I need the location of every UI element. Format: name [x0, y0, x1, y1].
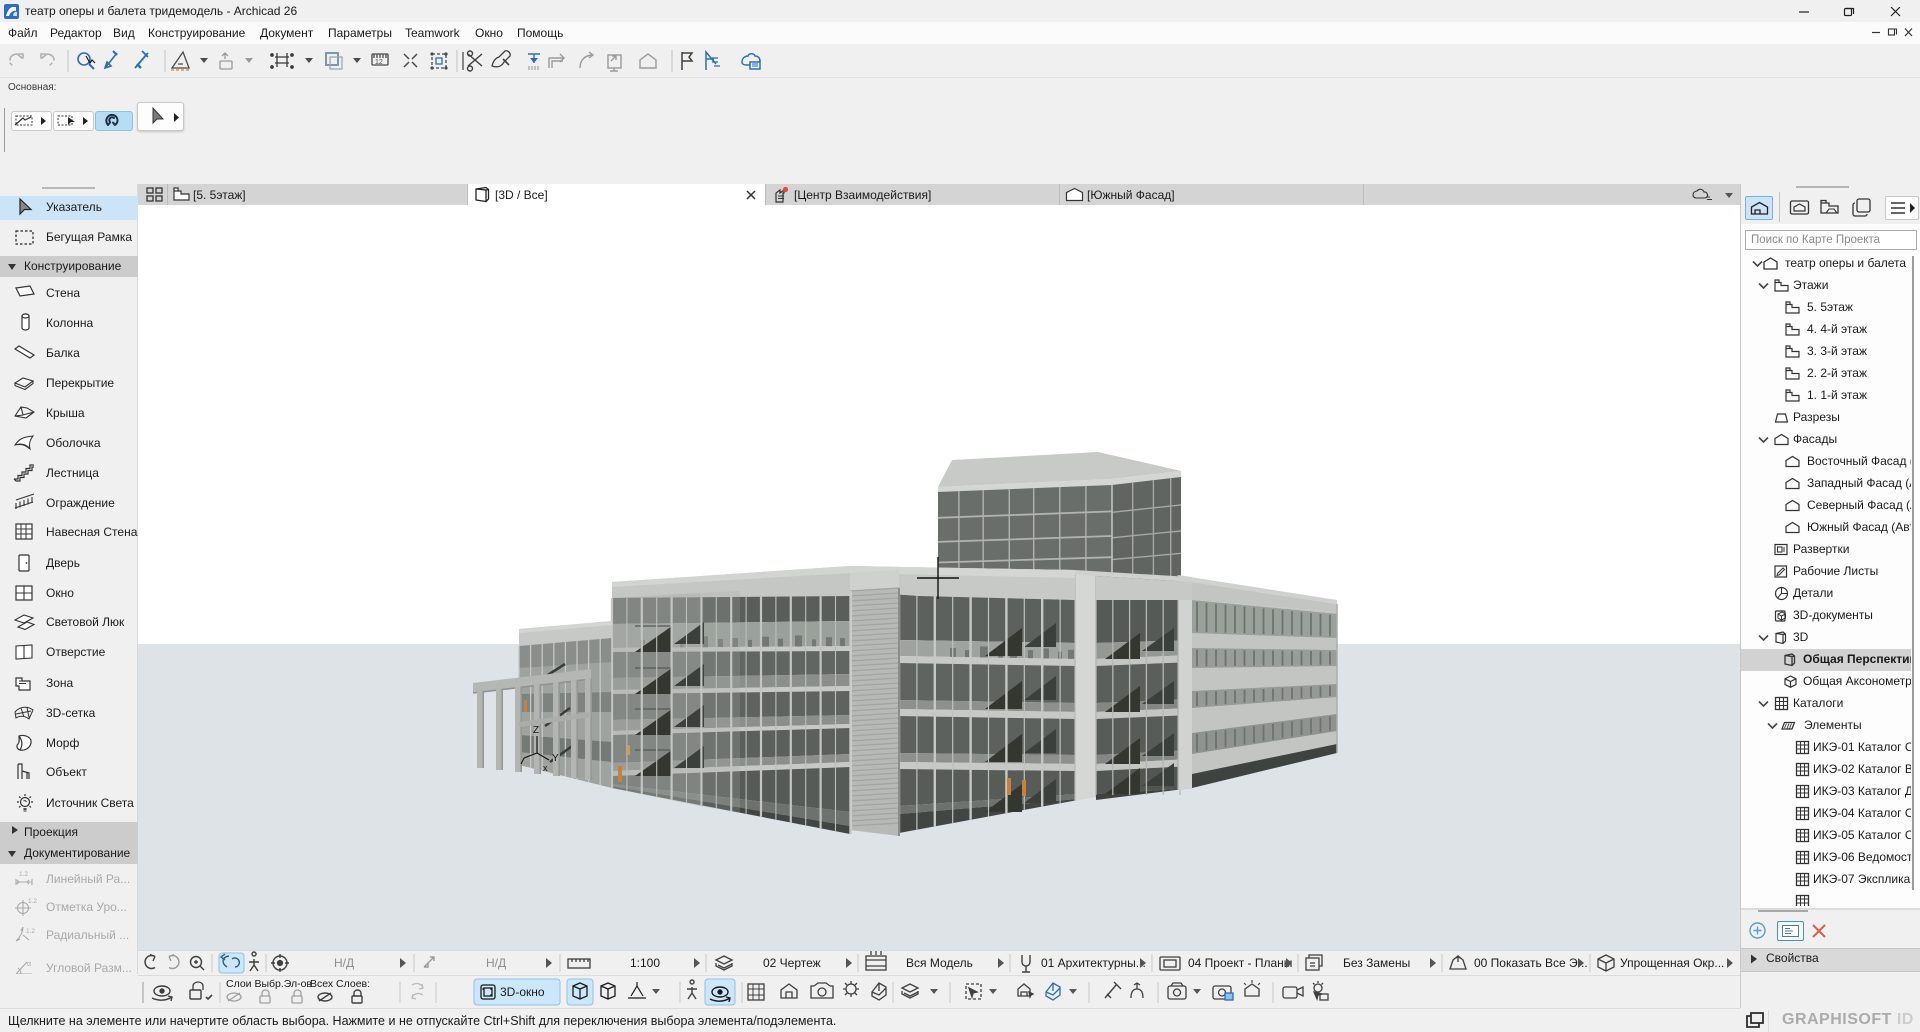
svg-text:α: α: [27, 961, 31, 968]
svg-text:1:100: 1:100: [630, 956, 660, 970]
svg-text:Н/Д: Н/Д: [334, 956, 354, 970]
svg-text:01 Архитектурны...: 01 Архитектурны...: [1041, 956, 1146, 970]
svg-text:3D-окно: 3D-окно: [500, 985, 545, 999]
svg-text:1.2: 1.2: [26, 928, 35, 935]
svg-text:Z: Z: [533, 725, 539, 736]
svg-text:Слои Выбр.Эл-ов: Слои Выбр.Эл-ов: [226, 978, 312, 990]
svg-text:Без Замены: Без Замены: [1343, 956, 1410, 970]
svg-text:02 Чертеж: 02 Чертеж: [763, 956, 821, 970]
svg-text:04 Проект - Планы: 04 Проект - Планы: [1188, 956, 1292, 970]
svg-text:Вся Модель: Вся Модель: [906, 956, 973, 970]
svg-text:Н/Д: Н/Д: [486, 956, 506, 970]
svg-text:00 Показать Все Э...: 00 Показать Все Э...: [1474, 956, 1588, 970]
svg-text:Y: Y: [552, 753, 559, 764]
svg-text:1.2: 1.2: [19, 871, 28, 878]
svg-text:1.2: 1.2: [28, 898, 37, 905]
svg-text:12: 12: [375, 59, 383, 66]
svg-text:Упрощенная Окр...: Упрощенная Окр...: [1620, 956, 1724, 970]
svg-text:Всех Слоев:: Всех Слоев:: [310, 978, 370, 990]
svg-text:x: x: [543, 763, 548, 773]
